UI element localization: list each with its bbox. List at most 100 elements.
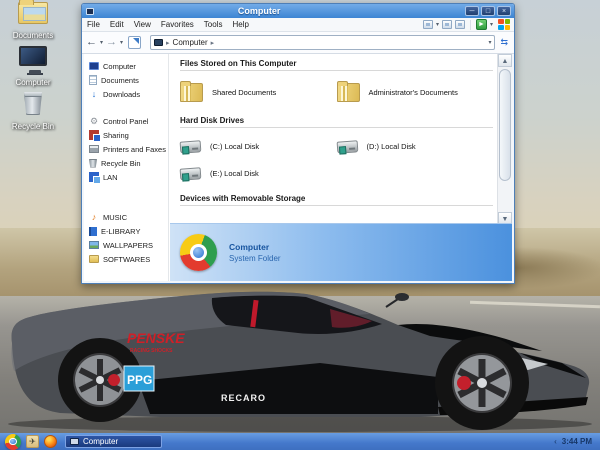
sidebar-item-label: WALLPAPERS bbox=[103, 241, 153, 250]
address-dropdown-caret[interactable]: ▾ bbox=[488, 39, 491, 46]
sidebar-item-wallpapers[interactable]: WALLPAPERS bbox=[89, 238, 168, 252]
car-mirror bbox=[395, 293, 409, 301]
sidebar-item-control-panel[interactable]: Control Panel bbox=[89, 114, 168, 128]
sidebar-item-recycle-bin[interactable]: Recycle Bin bbox=[89, 156, 168, 170]
ppg-decal: PPG bbox=[127, 373, 152, 387]
item-administrators-documents[interactable]: Administrator's Documents bbox=[337, 76, 494, 109]
recaro-decal: RECARO bbox=[221, 393, 266, 403]
folder-icon bbox=[180, 83, 203, 102]
sidebar-item-label: Sharing bbox=[103, 131, 129, 140]
sports-car-image: PENSKE RACING SHOCKS PPG RECARO bbox=[0, 281, 600, 433]
start-button-chrome-icon[interactable] bbox=[5, 434, 21, 450]
breadcrumb-separator[interactable]: ▸ bbox=[211, 39, 215, 47]
tray-expand-chevron[interactable]: ‹ bbox=[554, 437, 557, 446]
taskbar-button-computer[interactable]: Computer bbox=[65, 435, 162, 448]
item-label: (D:) Local Disk bbox=[367, 142, 416, 151]
recycle-bin-icon bbox=[24, 92, 42, 115]
chevron-down-icon[interactable]: ▾ bbox=[490, 21, 493, 28]
sidebar-item-label: Control Panel bbox=[103, 117, 148, 126]
sidebar-item-label: SOFTWARES bbox=[103, 255, 150, 264]
close-button[interactable]: × bbox=[497, 6, 511, 16]
chevron-down-icon[interactable]: ▾ bbox=[436, 21, 439, 28]
sidebar-item-softwares[interactable]: SOFTWARES bbox=[89, 252, 168, 266]
menu-view[interactable]: View bbox=[129, 20, 156, 29]
sidebar-item-sharing[interactable]: Sharing bbox=[89, 128, 168, 142]
go-button[interactable]: ► bbox=[476, 19, 487, 30]
scroll-up-arrow[interactable]: ▲ bbox=[498, 54, 512, 67]
forward-button[interactable]: → bbox=[106, 37, 117, 48]
navigation-bar: ← ▾ → ▾ ▸ Computer ▸ ▾ ⇆ bbox=[82, 32, 514, 54]
network-icon bbox=[89, 172, 99, 182]
item-label: (C:) Local Disk bbox=[210, 142, 259, 151]
back-button[interactable]: ← bbox=[86, 37, 97, 48]
sidebar-item-printers[interactable]: Printers and Faxes bbox=[89, 142, 168, 156]
taskbar-button-label: Computer bbox=[83, 437, 118, 446]
sidebar-item-label: Computer bbox=[103, 62, 136, 71]
quick-launch-plane-icon[interactable]: ✈ bbox=[26, 435, 39, 448]
taskbar-clock: 3:44 PM bbox=[562, 437, 592, 446]
item-drive-e[interactable]: (E:) Local Disk bbox=[180, 160, 337, 187]
sidebar-item-computer[interactable]: Computer bbox=[89, 59, 168, 73]
hard-disk-icon bbox=[336, 140, 358, 153]
printer-icon bbox=[89, 145, 99, 153]
menu-help[interactable]: Help bbox=[227, 20, 253, 29]
desktop-icon-computer[interactable]: Computer bbox=[4, 46, 62, 87]
window-icon bbox=[86, 8, 94, 15]
toolbar-divider bbox=[470, 20, 471, 30]
address-bar[interactable]: ▸ Computer ▸ ▾ bbox=[150, 35, 495, 50]
computer-icon bbox=[154, 39, 163, 46]
sidebar-item-lan[interactable]: LAN bbox=[89, 170, 168, 184]
taskbar: ✈ Computer ‹ 3:44 PM bbox=[0, 433, 600, 450]
refresh-icon[interactable]: ⇆ bbox=[498, 37, 510, 48]
copy-to-icon[interactable] bbox=[423, 20, 433, 29]
vertical-scrollbar[interactable]: ▲ ▼ bbox=[497, 54, 512, 225]
item-label: (E:) Local Disk bbox=[210, 169, 259, 178]
sidebar-item-label: E-LIBRARY bbox=[101, 227, 140, 236]
section-header-files: Files Stored on This Computer bbox=[180, 59, 493, 71]
breadcrumb-separator: ▸ bbox=[166, 39, 170, 47]
forward-history-caret[interactable]: ▾ bbox=[120, 39, 123, 46]
sidebar-item-e-library[interactable]: E-LIBRARY bbox=[89, 224, 168, 238]
move-to-icon[interactable] bbox=[442, 20, 452, 29]
back-history-caret[interactable]: ▾ bbox=[100, 39, 103, 46]
monitor-icon bbox=[70, 438, 79, 445]
recycle-bin-icon bbox=[89, 159, 97, 168]
item-drive-d[interactable]: (D:) Local Disk bbox=[337, 133, 494, 160]
up-one-level-button[interactable] bbox=[128, 36, 141, 49]
titlebar[interactable]: Computer ─ □ × bbox=[82, 4, 514, 18]
details-subtitle: System Folder bbox=[229, 254, 281, 263]
penske-decal: PENSKE bbox=[127, 330, 185, 346]
menu-favorites[interactable]: Favorites bbox=[156, 20, 199, 29]
sidebar-item-label: Downloads bbox=[103, 90, 140, 99]
views-icon[interactable] bbox=[455, 20, 465, 29]
chrome-computer-icon bbox=[180, 234, 217, 271]
menu-tools[interactable]: Tools bbox=[199, 20, 228, 29]
details-pane[interactable]: Computer System Folder bbox=[170, 223, 512, 281]
sidebar-group-gap bbox=[89, 101, 168, 114]
sidebar-item-downloads[interactable]: Downloads bbox=[89, 87, 168, 101]
quick-launch-firefox-icon[interactable] bbox=[44, 435, 57, 448]
sidebar-item-documents[interactable]: Documents bbox=[89, 73, 168, 87]
desktop-icon-label: Recycle Bin bbox=[4, 122, 62, 131]
scrollbar-thumb[interactable] bbox=[499, 69, 511, 181]
folder-icon bbox=[89, 255, 99, 263]
sidebar-group-gap bbox=[89, 184, 168, 210]
item-shared-documents[interactable]: Shared Documents bbox=[180, 76, 337, 109]
breadcrumb-location[interactable]: Computer bbox=[173, 38, 208, 47]
item-drive-c[interactable]: (C:) Local Disk bbox=[180, 133, 337, 160]
menu-edit[interactable]: Edit bbox=[105, 20, 129, 29]
maximize-button[interactable]: □ bbox=[481, 6, 495, 16]
car-mirror-stalk bbox=[386, 299, 398, 307]
sidebar-item-label: MUSIC bbox=[103, 213, 127, 222]
desktop-icon-label: Documents bbox=[4, 31, 62, 40]
folder-icon bbox=[337, 83, 360, 102]
menu-file[interactable]: File bbox=[82, 20, 105, 29]
window-title: Computer bbox=[238, 6, 281, 16]
desktop-icon-recycle-bin[interactable]: Recycle Bin bbox=[4, 92, 62, 131]
minimize-button[interactable]: ─ bbox=[465, 6, 479, 16]
desktop-icon-documents[interactable]: Documents bbox=[4, 2, 62, 40]
sharing-icon bbox=[89, 130, 99, 140]
music-note-icon bbox=[89, 212, 99, 222]
book-icon bbox=[89, 227, 97, 236]
sidebar-item-music[interactable]: MUSIC bbox=[89, 210, 168, 224]
